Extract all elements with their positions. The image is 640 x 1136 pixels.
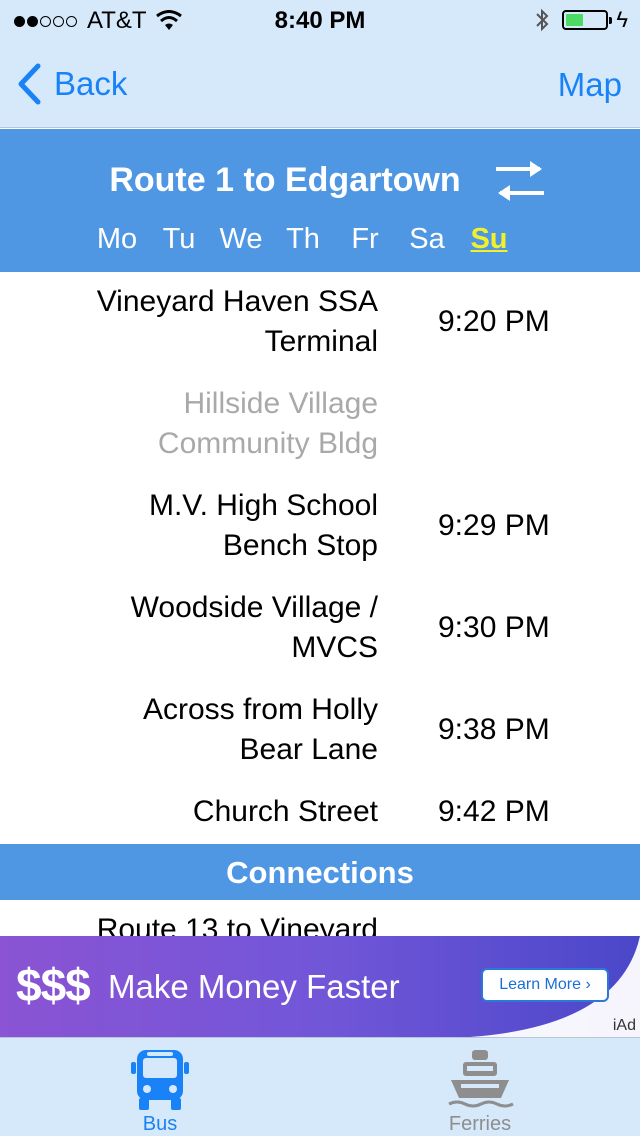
stop-name: M.V. High School Bench Stop	[18, 486, 378, 566]
day-tab-th[interactable]: Th	[272, 223, 334, 256]
bus-icon	[131, 1050, 189, 1110]
stop-row[interactable]: Vineyard Haven SSA Terminal 9:20 PM	[0, 282, 640, 384]
back-label: Back	[54, 65, 128, 102]
route-header: Route 1 to Edgartown Mo Tu We Th Fr Sa Su	[0, 129, 640, 272]
stop-name-line1: M.V. High School	[148, 489, 378, 522]
stop-name: Church Street	[18, 792, 378, 832]
day-tab-tu[interactable]: Tu	[148, 223, 210, 256]
chevron-right-icon: ›	[585, 976, 591, 993]
back-button[interactable]: Back	[16, 62, 127, 106]
tab-bus-label: Bus	[142, 1113, 178, 1135]
stop-name-line2: Bench Stop	[222, 529, 378, 562]
charging-icon: ϟ	[616, 7, 628, 32]
route-title: Route 1 to Edgartown	[109, 161, 461, 199]
stop-name-line2: Bear Lane	[239, 733, 378, 766]
iad-badge: iAd	[612, 1017, 636, 1034]
stop-row[interactable]: Woodside Village / MVCS 9:30 PM	[0, 588, 640, 690]
status-bar: AT&T 8:40 PM ϟ	[0, 0, 640, 40]
bluetooth-icon	[536, 8, 549, 32]
connection-route-label: Route 13 to Vineyard	[96, 913, 378, 936]
stop-row[interactable]: Across from Holly Bear Lane 9:38 PM	[0, 690, 640, 792]
day-tab-su[interactable]: Su	[458, 223, 520, 256]
stop-row[interactable]: Hillside Village Community Bldg	[0, 384, 640, 486]
stop-name: Vineyard Haven SSA Terminal	[18, 282, 378, 362]
battery-icon	[562, 10, 613, 30]
stop-name: Woodside Village / MVCS	[18, 588, 378, 668]
stop-name-line2: MVCS	[291, 631, 378, 664]
stop-name-line1: Woodside Village /	[130, 591, 378, 624]
map-button[interactable]: Map	[558, 66, 622, 104]
swap-direction-icon[interactable]	[492, 153, 548, 209]
stop-name-line2: Community Bldg	[157, 427, 378, 460]
stop-time: 9:42 PM	[438, 795, 550, 828]
ferry-icon	[448, 1050, 514, 1108]
stop-name: Hillside Village Community Bldg	[18, 384, 378, 464]
chevron-left-icon	[18, 63, 41, 105]
status-right-group: ϟ	[534, 7, 628, 33]
stop-name-line1: Across from Holly	[142, 693, 378, 726]
tab-bus[interactable]: Bus	[0, 1038, 320, 1136]
ad-headline: Make Money Faster	[108, 968, 400, 1005]
tab-ferries-label: Ferries	[448, 1113, 512, 1135]
learn-more-button[interactable]: Learn More ›	[481, 968, 609, 1002]
ad-logo: $$$	[16, 959, 91, 1011]
stop-time: 9:29 PM	[438, 509, 550, 542]
top-bar: AT&T 8:40 PM ϟ Back Map	[0, 0, 640, 128]
stop-time: 9:20 PM	[438, 305, 550, 338]
stop-name-line1: Hillside Village	[183, 387, 378, 420]
stop-time: 9:30 PM	[438, 611, 550, 644]
day-selector: Mo Tu We Th Fr Sa Su	[86, 223, 520, 256]
learn-more-label: Learn More	[499, 976, 582, 993]
stop-name-line1: Vineyard Haven SSA	[96, 285, 378, 318]
stop-name-line2: Terminal	[264, 325, 378, 358]
stop-time: 9:38 PM	[438, 713, 550, 746]
tab-bar: Bus Ferries	[0, 1037, 640, 1136]
ad-banner[interactable]: $$$ Make Money Faster Learn More › iAd	[0, 936, 640, 1037]
connections-header: Connections	[0, 844, 640, 900]
tab-ferries[interactable]: Ferries	[320, 1038, 640, 1136]
day-tab-we[interactable]: We	[210, 223, 272, 256]
screen: AT&T 8:40 PM ϟ Back Map Route 1 to Edgar…	[0, 0, 640, 1136]
day-tab-mo[interactable]: Mo	[86, 223, 148, 256]
day-tab-sa[interactable]: Sa	[396, 223, 458, 256]
day-tab-fr[interactable]: Fr	[334, 223, 396, 256]
connection-item[interactable]: Route 13 to Vineyard	[0, 900, 640, 936]
stop-name-line1: Church Street	[192, 795, 378, 828]
stop-row[interactable]: M.V. High School Bench Stop 9:29 PM	[0, 486, 640, 588]
stop-name: Across from Holly Bear Lane	[18, 690, 378, 770]
